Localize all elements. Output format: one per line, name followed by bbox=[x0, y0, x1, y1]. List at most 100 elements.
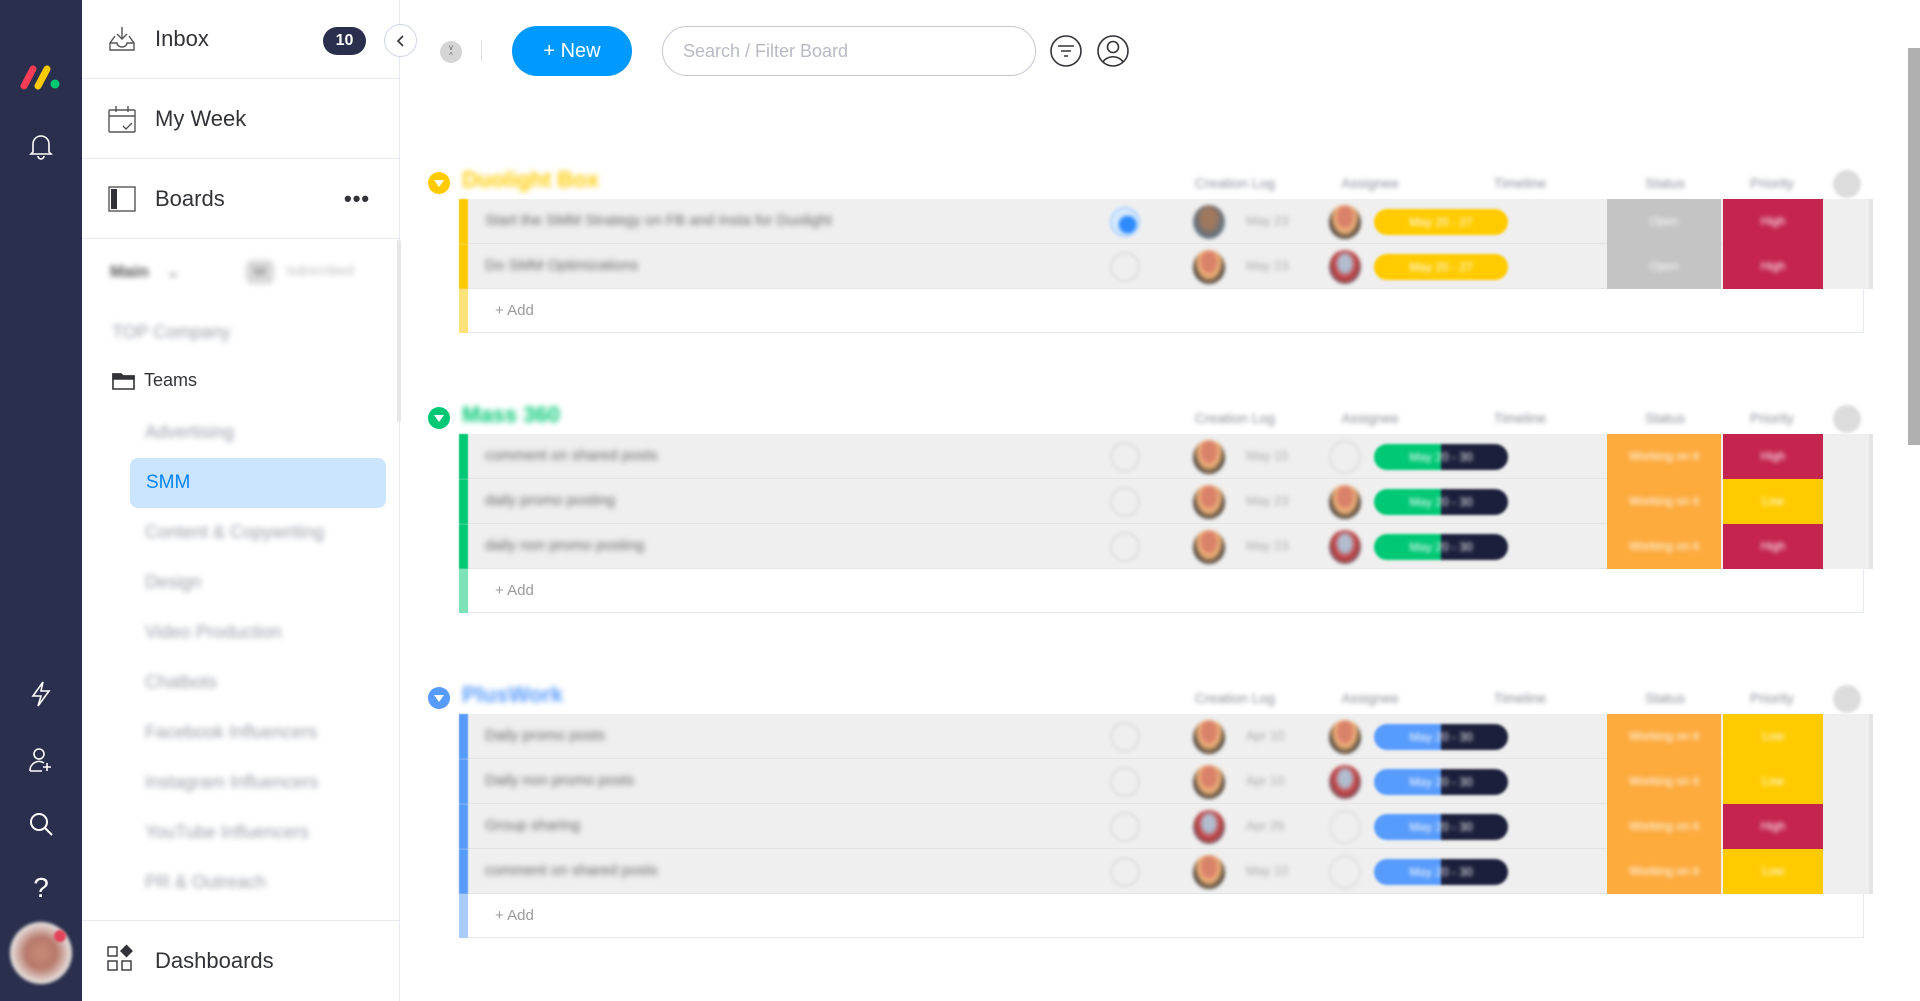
sidebar-board-advertising[interactable]: Advertising bbox=[145, 422, 234, 443]
item-name[interactable]: Start the SMM Strategy on FB and Insta f… bbox=[485, 212, 832, 229]
lightning-icon[interactable] bbox=[25, 678, 57, 710]
column-header[interactable]: Assignee bbox=[1341, 690, 1399, 706]
status-cell[interactable]: Working on it bbox=[1607, 524, 1721, 569]
person-filter-icon[interactable] bbox=[1095, 33, 1131, 69]
collapse-sidebar-button[interactable] bbox=[384, 24, 417, 57]
assignee-avatar[interactable] bbox=[1329, 485, 1361, 519]
updates-bubble-icon[interactable] bbox=[1110, 442, 1140, 472]
updates-bubble-icon[interactable] bbox=[1110, 207, 1140, 237]
item-name[interactable]: daily promo posting bbox=[485, 492, 615, 509]
updates-bubble-icon[interactable] bbox=[1110, 857, 1140, 887]
table-row[interactable]: daily non promo posting May 23 May 20 - … bbox=[459, 524, 1873, 569]
priority-cell[interactable]: High bbox=[1723, 244, 1823, 289]
status-cell[interactable]: Open bbox=[1607, 244, 1721, 289]
invite-user-icon[interactable] bbox=[25, 744, 57, 776]
table-row[interactable]: daily promo posting May 23 May 20 - 30 W… bbox=[459, 479, 1873, 524]
add-column-icon[interactable] bbox=[1833, 405, 1861, 433]
status-cell[interactable]: Working on it bbox=[1607, 804, 1721, 849]
column-header[interactable]: Status bbox=[1645, 690, 1685, 706]
sidebar-item-dashboards[interactable]: Dashboards bbox=[82, 921, 400, 1001]
column-header[interactable]: Creation Log bbox=[1195, 175, 1275, 191]
search-icon[interactable] bbox=[25, 808, 57, 840]
priority-cell[interactable]: Low bbox=[1723, 759, 1823, 804]
group-title[interactable]: Duolight Box bbox=[462, 167, 599, 193]
table-row[interactable]: Daily non promo posts Apr 10 May 20 - 30… bbox=[459, 759, 1873, 804]
sidebar-board-smm[interactable]: SMM bbox=[130, 458, 386, 508]
add-item-button[interactable]: + Add bbox=[495, 302, 534, 319]
item-name[interactable]: comment on shared posts bbox=[485, 862, 658, 879]
column-header[interactable]: Timeline bbox=[1494, 690, 1546, 706]
timeline-pill[interactable]: May 20 - 30 bbox=[1374, 489, 1508, 515]
assignee-avatar[interactable] bbox=[1329, 720, 1361, 754]
timeline-pill[interactable]: May 20 - 27 bbox=[1374, 209, 1508, 235]
table-row[interactable]: Daily promo posts Apr 10 May 20 - 30 Wor… bbox=[459, 714, 1873, 759]
column-header[interactable]: Timeline bbox=[1494, 410, 1546, 426]
column-header[interactable]: Assignee bbox=[1341, 175, 1399, 191]
group-collapse-toggle[interactable] bbox=[428, 407, 450, 429]
sidebar-board-chatbots[interactable]: Chatbots bbox=[145, 672, 217, 693]
timeline-pill[interactable]: May 20 - 27 bbox=[1374, 254, 1508, 280]
status-cell[interactable]: Working on it bbox=[1607, 479, 1721, 524]
new-item-button[interactable]: + New bbox=[512, 26, 632, 76]
creator-avatar[interactable] bbox=[1193, 855, 1225, 889]
sidebar-item-my-week[interactable]: My Week bbox=[82, 80, 400, 159]
column-header[interactable]: Priority bbox=[1750, 690, 1794, 706]
creator-avatar[interactable] bbox=[1193, 720, 1225, 754]
timeline-pill[interactable]: May 20 - 30 bbox=[1374, 859, 1508, 885]
column-header[interactable]: Creation Log bbox=[1195, 690, 1275, 706]
creator-avatar[interactable] bbox=[1193, 205, 1225, 239]
group-collapse-toggle[interactable] bbox=[428, 172, 450, 194]
workspace-selector[interactable]: Main ⌄ MI subscribed bbox=[110, 260, 370, 286]
assignee-avatar[interactable] bbox=[1329, 765, 1361, 799]
column-header[interactable]: Priority bbox=[1750, 410, 1794, 426]
sidebar-board-youtube[interactable]: YouTube Influencers bbox=[145, 822, 309, 843]
column-header[interactable]: Status bbox=[1645, 410, 1685, 426]
priority-cell[interactable]: High bbox=[1723, 199, 1823, 244]
table-row[interactable]: comment on shared posts May 15 May 20 - … bbox=[459, 434, 1873, 479]
creator-avatar[interactable] bbox=[1193, 440, 1225, 474]
add-column-icon[interactable] bbox=[1833, 685, 1861, 713]
group-title[interactable]: PlusWork bbox=[462, 682, 563, 708]
table-row[interactable]: Group sharing Apr 26 May 20 - 30 Working… bbox=[459, 804, 1873, 849]
priority-cell[interactable]: Low bbox=[1723, 714, 1823, 759]
folder-teams[interactable]: Teams bbox=[112, 370, 197, 391]
item-name[interactable]: Do SMM Optimizations bbox=[485, 257, 638, 274]
updates-bubble-icon[interactable] bbox=[1110, 487, 1140, 517]
sidebar-board-facebook[interactable]: Facebook Influencers bbox=[145, 722, 317, 743]
item-name[interactable]: Group sharing bbox=[485, 817, 580, 834]
bell-icon[interactable] bbox=[25, 130, 57, 162]
assignee-avatar[interactable] bbox=[1329, 440, 1361, 474]
table-row[interactable]: Start the SMM Strategy on FB and Insta f… bbox=[459, 199, 1873, 244]
monday-logo-icon[interactable] bbox=[20, 62, 64, 90]
timeline-pill[interactable]: May 20 - 30 bbox=[1374, 534, 1508, 560]
sidebar-board-design[interactable]: Design bbox=[145, 572, 201, 593]
updates-bubble-icon[interactable] bbox=[1110, 722, 1140, 752]
creator-avatar[interactable] bbox=[1193, 250, 1225, 284]
status-cell[interactable]: Working on it bbox=[1607, 849, 1721, 894]
column-header[interactable]: Status bbox=[1645, 175, 1685, 191]
sidebar-board-video[interactable]: Video Production bbox=[145, 622, 282, 643]
table-row[interactable]: Do SMM Optimizations May 23 May 20 - 27 … bbox=[459, 244, 1873, 289]
sidebar-scrollbar[interactable] bbox=[397, 240, 401, 422]
assignee-avatar[interactable] bbox=[1329, 855, 1361, 889]
column-header[interactable]: Creation Log bbox=[1195, 410, 1275, 426]
updates-bubble-icon[interactable] bbox=[1110, 532, 1140, 562]
priority-cell[interactable]: High bbox=[1723, 434, 1823, 479]
item-name[interactable]: Daily promo posts bbox=[485, 727, 605, 744]
creator-avatar[interactable] bbox=[1193, 530, 1225, 564]
updates-bubble-icon[interactable] bbox=[1110, 767, 1140, 797]
sidebar-board-pr[interactable]: PR & Outreach bbox=[145, 872, 266, 893]
status-cell[interactable]: Working on it bbox=[1607, 714, 1721, 759]
creator-avatar[interactable] bbox=[1193, 810, 1225, 844]
status-cell[interactable]: Working on it bbox=[1607, 759, 1721, 804]
group-collapse-toggle[interactable] bbox=[428, 687, 450, 709]
assignee-avatar[interactable] bbox=[1329, 810, 1361, 844]
assignee-avatar[interactable] bbox=[1329, 250, 1361, 284]
sidebar-board-content[interactable]: Content & Copywriting bbox=[145, 522, 324, 543]
sidebar-board-instagram[interactable]: Instagram Influencers bbox=[145, 772, 318, 793]
creator-avatar[interactable] bbox=[1193, 765, 1225, 799]
table-row[interactable]: comment on shared posts May 10 May 20 - … bbox=[459, 849, 1873, 894]
add-item-button[interactable]: + Add bbox=[495, 907, 534, 924]
group-title[interactable]: Mass 360 bbox=[462, 402, 560, 428]
status-cell[interactable]: Open bbox=[1607, 199, 1721, 244]
